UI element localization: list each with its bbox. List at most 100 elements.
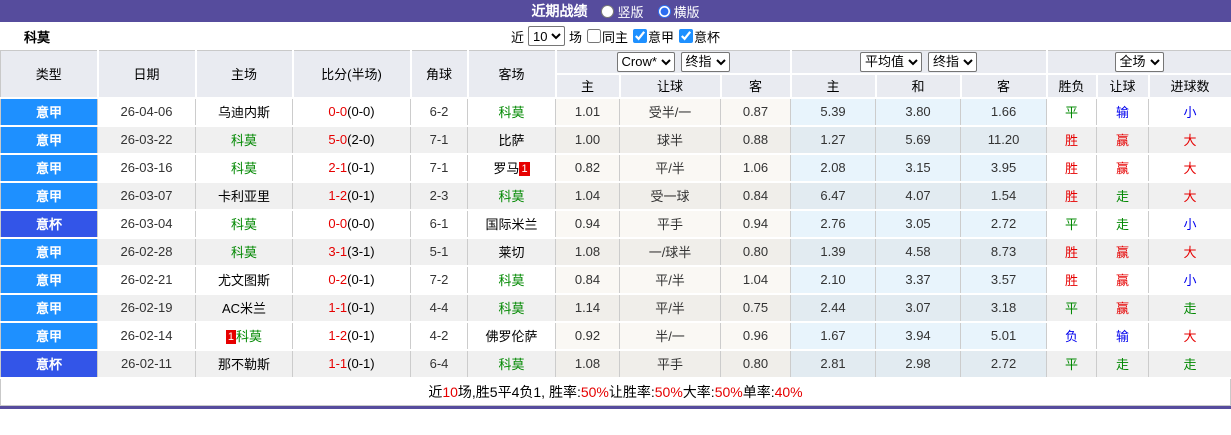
cell-bookmaker-odds-2: 1.04 — [720, 265, 792, 295]
cell-handicap-result: 赢 — [1096, 293, 1150, 323]
cell-home-team-name: 卡利亚里 — [217, 189, 270, 204]
cell-goals-result: 走 — [1148, 293, 1231, 323]
cell-date: 26-03-16 — [97, 153, 196, 183]
cell-handicap-result: 赢 — [1096, 237, 1150, 267]
horizontal-radio-input[interactable] — [657, 4, 671, 18]
cell-winlose-result: 负 — [1046, 321, 1098, 351]
summary-segment: 50% — [714, 383, 743, 400]
cell-score: 0-0(0-0) — [292, 97, 411, 127]
cell-away-team: 科莫 — [467, 265, 556, 295]
summary-footer: 近 10 场,胜5平4负1, 胜率: 50% 让胜率: 50% 大率: 50% 单率: 40… — [0, 378, 1231, 406]
same-home-checkbox[interactable] — [586, 29, 601, 43]
halftime-score: (0-1) — [347, 300, 375, 315]
cell-home-team-name: AC米兰 — [221, 301, 267, 316]
cell-average-odds-0: 1.39 — [790, 237, 877, 267]
summary-segment: 场,胜5平4负1, 胜率: — [457, 383, 581, 400]
cell-league-type: 意甲 — [0, 265, 98, 295]
fulltime-score: 0-0 — [328, 216, 348, 231]
bookmaker-select[interactable]: Crow* — [616, 51, 675, 72]
odds-stage-select-1[interactable]: 终指 — [680, 51, 730, 72]
cell-average-odds-0: 5.39 — [790, 97, 877, 127]
cell-home-team-name: 科莫 — [230, 245, 257, 260]
layout-radio-horizontal[interactable]: 横版 — [657, 2, 700, 21]
cell-bookmaker-odds-1: 平/半 — [619, 265, 721, 295]
cell-league-type: 意甲 — [0, 293, 98, 323]
cell-away-team-name: 科莫 — [498, 301, 525, 316]
cell-home-team-name: 尤文图斯 — [217, 273, 270, 288]
vertical-radio-input[interactable] — [601, 4, 615, 18]
cell-home-team: 卡利亚里 — [195, 181, 293, 211]
cell-date: 26-02-19 — [97, 293, 196, 323]
table-row: 意杯 26-02-11 那不勒斯 1-1(0-1) 6-4 科莫 1.08 平手 0.80 2.8… — [0, 349, 1231, 379]
cell-corner: 7-2 — [410, 265, 468, 295]
subcol-avg-draw: 和 — [875, 73, 962, 99]
col-header-home: 主场 — [195, 50, 294, 99]
cell-bookmaker-odds-1: 受一球 — [619, 181, 721, 211]
match-count-select[interactable]: 10 — [527, 26, 565, 46]
cell-goals-result: 大 — [1148, 181, 1231, 211]
subcol-avg-away: 客 — [960, 73, 1048, 99]
cell-bookmaker-odds-1: 平手 — [619, 349, 721, 379]
cup-filter[interactable]: 意杯 — [678, 27, 720, 46]
halftime-score: (0-0) — [347, 104, 375, 119]
fulltime-score: 1-1 — [328, 300, 348, 315]
fulltime-select[interactable]: 全场 — [1114, 51, 1164, 72]
subcol-goals: 进球数 — [1148, 73, 1231, 99]
cell-score: 1-1(0-1) — [292, 349, 411, 379]
league-filter[interactable]: 意甲 — [632, 27, 674, 46]
cell-winlose-result: 胜 — [1046, 265, 1098, 295]
table-row: 意甲 26-04-06 乌迪内斯 0-0(0-0) 6-2 科莫 1.01 受半/一 0.87 5… — [0, 97, 1231, 127]
same-home-label: 同主 — [601, 29, 628, 45]
cell-winlose-result: 胜 — [1046, 237, 1098, 267]
result-group: 全场 — [1046, 50, 1231, 75]
cell-goals-result: 大 — [1148, 153, 1231, 183]
cell-average-odds-0: 1.67 — [790, 321, 877, 351]
subcol-crow-handicap: 让球 — [619, 73, 722, 99]
fulltime-score: 1-2 — [328, 188, 348, 203]
cell-bookmaker-odds-1: 一/球半 — [619, 237, 721, 267]
cell-away-team-name: 比萨 — [498, 133, 525, 148]
cell-league-type: 意甲 — [0, 237, 98, 267]
cell-corner: 2-3 — [410, 181, 468, 211]
cell-winlose-result: 平 — [1046, 209, 1098, 239]
cell-home-team: 科莫 — [195, 237, 293, 267]
cell-league-type: 意杯 — [0, 209, 98, 239]
summary-segment: 40% — [774, 383, 803, 400]
odds-group-bookmaker: Crow* 终指 — [555, 50, 792, 75]
cell-bookmaker-odds-0: 0.94 — [555, 209, 620, 239]
cell-away-team: 比萨 — [467, 125, 556, 155]
cell-date: 26-02-11 — [97, 349, 196, 379]
cell-average-odds-1: 2.98 — [875, 349, 962, 379]
cell-bookmaker-odds-0: 1.08 — [555, 349, 620, 379]
cell-bookmaker-odds-0: 0.82 — [555, 153, 620, 183]
cell-handicap-result: 赢 — [1096, 153, 1150, 183]
cell-away-team-name: 科莫 — [498, 105, 525, 120]
cell-league-type: 意甲 — [0, 125, 98, 155]
subcol-winlose: 胜负 — [1046, 73, 1098, 99]
cell-bookmaker-odds-1: 平/半 — [619, 293, 721, 323]
serie-a-label: 意甲 — [648, 29, 675, 45]
cell-home-team-name: 科莫 — [230, 161, 257, 176]
results-table: 类型 日期 主场 比分(半场) 角球 客场 Crow* 终指 平均值 终指 全场… — [0, 50, 1231, 379]
horizontal-radio-label: 横版 — [673, 4, 700, 20]
fulltime-score: 1-2 — [328, 328, 348, 343]
cell-bookmaker-odds-0: 1.01 — [555, 97, 620, 127]
cell-average-odds-2: 2.72 — [960, 349, 1048, 379]
coppa-checkbox[interactable] — [679, 29, 694, 43]
summary-segment: 近 — [428, 383, 443, 400]
table-row: 意甲 26-02-19 AC米兰 1-1(0-1) 4-4 科莫 1.14 平/半 0.75 2.… — [0, 293, 1231, 323]
serie-a-checkbox[interactable] — [633, 29, 647, 43]
summary-segment: 10 — [442, 383, 458, 400]
cell-handicap-result: 输 — [1096, 97, 1150, 127]
fulltime-score: 0-0 — [328, 104, 348, 119]
cell-average-odds-1: 3.05 — [875, 209, 962, 239]
odds-stage-select-2[interactable]: 终指 — [928, 51, 978, 72]
same-home-filter[interactable]: 同主 — [586, 27, 628, 46]
average-select[interactable]: 平均值 — [860, 51, 923, 72]
cell-away-team: 佛罗伦萨 — [467, 321, 556, 351]
cell-league-type: 意甲 — [0, 181, 98, 211]
red-card-badge: 1 — [519, 162, 530, 176]
layout-radio-vertical[interactable]: 竖版 — [601, 2, 644, 21]
cell-average-odds-1: 4.58 — [875, 237, 962, 267]
cell-bookmaker-odds-0: 1.00 — [555, 125, 620, 155]
